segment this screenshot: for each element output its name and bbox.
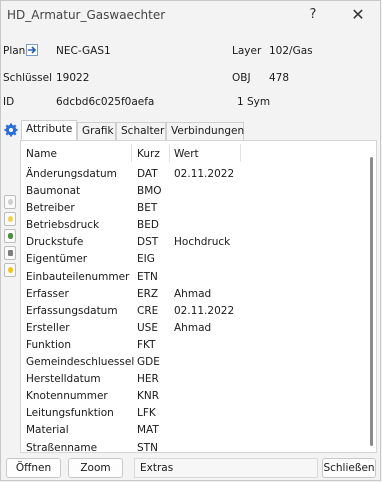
cell-kurz: HER xyxy=(137,373,159,386)
title-bar: HD_Armatur_Gaswaechter ? ✕ xyxy=(1,1,380,31)
cell-wert: Ahmad xyxy=(174,321,212,334)
column-divider xyxy=(240,144,241,162)
plan-label: Plan xyxy=(3,45,26,57)
table-row[interactable]: Knotennummer KNR xyxy=(21,389,376,406)
cell-name: Leitungsfunktion xyxy=(26,407,114,420)
cell-name: Erfassungsdatum xyxy=(26,304,118,317)
cell-kurz: KNR xyxy=(137,390,160,403)
table-row[interactable]: Änderungsdatum DAT 02.11.2022 xyxy=(21,167,376,184)
tab-grafik[interactable]: Grafik xyxy=(77,122,116,140)
cell-kurz: FKT xyxy=(137,338,156,351)
table-row[interactable]: Baumonat BMO xyxy=(21,184,376,201)
cell-wert: Hochdruck xyxy=(174,236,231,249)
cell-kurz: LFK xyxy=(137,407,156,420)
table-row[interactable]: Straßenname STN xyxy=(21,441,376,453)
lightbulb-yellow-icon[interactable] xyxy=(4,263,16,277)
id-label: ID xyxy=(3,96,15,108)
extras-field[interactable]: Extras xyxy=(134,458,318,478)
table-header: Name Kurz Wert xyxy=(21,141,376,165)
cell-kurz: DAT xyxy=(137,168,158,180)
schluessel-label: Schlüssel xyxy=(3,72,52,84)
cell-name: Betreiber xyxy=(26,202,75,215)
cell-name: Einbauteilenummer xyxy=(26,270,130,283)
table-row[interactable]: Erfasser ERZ Ahmad xyxy=(21,287,376,304)
cell-name: Ersteller xyxy=(26,321,70,334)
bottom-bar: Öffnen Zoom Extras Schließen xyxy=(1,455,380,482)
cell-kurz: EIG xyxy=(137,253,155,266)
column-header-wert[interactable]: Wert xyxy=(174,148,199,160)
schluessel-value: 19022 xyxy=(56,72,90,84)
table-row[interactable]: Erfassungsdatum CRE 02.11.2022 xyxy=(21,304,376,321)
table-row[interactable]: Betriebsdruck BED xyxy=(21,218,376,235)
cell-name: Herstelldatum xyxy=(26,373,101,386)
arrow-right-icon[interactable] xyxy=(26,44,38,56)
column-header-kurz[interactable]: Kurz xyxy=(137,148,160,160)
close-button[interactable]: Schließen xyxy=(322,458,376,478)
window-title: HD_Armatur_Gaswaechter xyxy=(7,8,166,22)
column-header-name[interactable]: Name xyxy=(26,148,57,160)
obj-label: OBJ xyxy=(232,72,251,84)
table-row[interactable]: Funktion FKT xyxy=(21,338,376,355)
tab-schalter[interactable]: Schalter xyxy=(116,122,166,140)
cell-wert: 02.11.2022 xyxy=(174,168,235,180)
cell-kurz: ETN xyxy=(137,270,158,283)
tab-attribute[interactable]: Attribute xyxy=(21,120,77,140)
cell-name: Knotennummer xyxy=(26,390,108,403)
column-divider xyxy=(131,144,132,162)
cell-kurz: MAT xyxy=(137,424,159,437)
lightbulb-off-icon[interactable] xyxy=(4,195,16,209)
side-toolbar xyxy=(4,195,18,280)
printer-icon[interactable] xyxy=(4,246,16,260)
table-row[interactable]: Einbauteilenummer ETN xyxy=(21,270,376,287)
cell-name: Funktion xyxy=(26,338,71,351)
help-button[interactable]: ? xyxy=(299,4,327,26)
obj-value: 478 xyxy=(269,72,290,84)
sym-value: 1 Sym xyxy=(237,96,271,108)
dialog-window: HD_Armatur_Gaswaechter ? ✕ Plan NEC-GAS1… xyxy=(0,0,381,481)
lightbulb-on-icon[interactable] xyxy=(4,212,16,226)
id-value: 6dcbd6c025f0aefa xyxy=(56,96,155,108)
vertical-scrollbar[interactable] xyxy=(370,157,373,446)
cell-name: Baumonat xyxy=(26,185,81,198)
table-row[interactable]: Ersteller USE Ahmad xyxy=(21,321,376,338)
cell-kurz: ERZ xyxy=(137,287,159,300)
cell-kurz: CRE xyxy=(137,304,159,317)
cell-kurz: GDE xyxy=(137,356,160,369)
cell-kurz: BED xyxy=(137,219,159,232)
layer-value: 102/Gas xyxy=(269,45,313,57)
cell-wert: 02.11.2022 xyxy=(174,304,235,317)
close-window-button[interactable]: ✕ xyxy=(344,4,372,26)
attribute-table: Name Kurz Wert Änderungsdatum DAT 02.11.20… xyxy=(20,140,377,453)
table-row[interactable]: Eigentümer EIG xyxy=(21,252,376,269)
cell-name: Straßenname xyxy=(26,441,98,453)
cell-kurz: BET xyxy=(137,202,158,215)
gear-icon[interactable] xyxy=(4,123,18,137)
cell-name: Erfasser xyxy=(26,287,69,300)
table-row[interactable]: Druckstufe DST Hochdruck xyxy=(21,235,376,252)
cell-name: Betriebsdruck xyxy=(26,219,100,232)
cell-kurz: USE xyxy=(137,321,158,334)
cell-name: Druckstufe xyxy=(26,236,84,249)
table-row[interactable]: Herstelldatum HER xyxy=(21,372,376,389)
cell-name: Material xyxy=(26,424,69,437)
plan-value: NEC-GAS1 xyxy=(56,45,111,57)
table-row[interactable]: Leitungsfunktion LFK xyxy=(21,406,376,423)
layer-label: Layer xyxy=(232,45,262,57)
cell-name: Gemeindeschluessel xyxy=(26,356,135,369)
zoom-button[interactable]: Zoom xyxy=(68,458,123,478)
table-row[interactable]: Gemeindeschluessel GDE xyxy=(21,355,376,372)
column-divider xyxy=(169,144,170,162)
cell-wert: Ahmad xyxy=(174,287,212,300)
table-row[interactable]: Material MAT xyxy=(21,423,376,440)
table-row[interactable]: Betreiber BET xyxy=(21,201,376,218)
tab-verbindungen[interactable]: Verbindungen xyxy=(166,122,244,140)
eye-icon[interactable] xyxy=(4,229,16,243)
cell-kurz: BMO xyxy=(137,185,162,198)
table-body: Änderungsdatum DAT 02.11.2022 Baumonat BMO Be… xyxy=(21,167,376,453)
open-button[interactable]: Öffnen xyxy=(6,458,61,478)
cell-kurz: DST xyxy=(137,236,159,249)
cell-kurz: STN xyxy=(137,441,158,453)
cell-name: Änderungsdatum xyxy=(26,168,117,180)
cell-name: Eigentümer xyxy=(26,253,88,266)
